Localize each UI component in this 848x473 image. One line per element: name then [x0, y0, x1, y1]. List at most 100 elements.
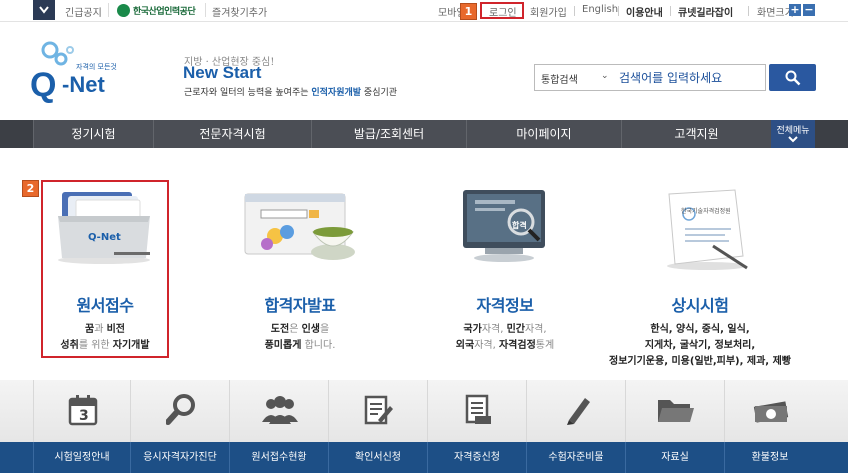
all-menu-button[interactable]: 전체메뉴 — [771, 120, 815, 148]
money-icon — [753, 401, 789, 423]
bottom-nav-apply-status[interactable]: 원서접수현황 — [229, 442, 328, 473]
notice-link[interactable]: 긴급공지 — [65, 4, 102, 19]
logo-q: Q — [30, 66, 57, 104]
bottom-nav-supplies[interactable]: 수험자준비물 — [526, 442, 625, 473]
folder-illustration: Q-Net — [54, 186, 154, 270]
bottom-nav-license-request[interactable]: 자격증신청 — [427, 442, 526, 473]
search-button[interactable] — [769, 64, 816, 91]
service-info[interactable]: 자격정보 국가자격, 민간자격, 외국자격, 자격검정통계 — [430, 292, 580, 354]
text: 자격검정 — [498, 340, 536, 351]
page: { "topbar": { "notice_label": "긴급공지", "o… — [0, 0, 848, 473]
login-link[interactable]: 로그인 — [489, 4, 517, 19]
quick-icon-supplies[interactable] — [526, 380, 625, 442]
text: 자격, — [481, 324, 507, 335]
divider — [748, 6, 749, 16]
quick-icon-eligibility[interactable] — [130, 380, 229, 442]
text: 과 — [94, 324, 107, 335]
quick-icon-certificate-request[interactable] — [328, 380, 427, 442]
service-regular-title[interactable]: 상시시험 — [600, 292, 800, 316]
text: 국가 — [463, 324, 482, 335]
nav-item-issue-center[interactable]: 발급/조회센터 — [311, 120, 466, 148]
text: 지게차, 굴삭기, 정보처리, — [644, 340, 756, 351]
results-illustration — [235, 186, 365, 274]
service-info-title[interactable]: 자격정보 — [430, 292, 580, 316]
text: 민간 — [506, 324, 525, 335]
nav-item-regular-exam[interactable]: 정기시험 — [33, 120, 153, 148]
all-menu-label: 전체메뉴 — [776, 126, 810, 136]
bookmark-link[interactable]: 즐겨찾기추가 — [212, 4, 267, 19]
quick-icon-license-request[interactable] — [427, 380, 526, 442]
divider — [574, 6, 575, 16]
notice-dropdown-button[interactable] — [33, 0, 55, 20]
qnet-logo[interactable]: 자격의 모든것 Q -Net — [30, 40, 140, 104]
search-category-select[interactable]: 통합검색 — [541, 71, 578, 86]
text: 은 — [289, 324, 302, 335]
zoom-in-button[interactable]: + — [789, 4, 801, 16]
nav-item-mypage[interactable]: 마이페이지 — [466, 120, 621, 148]
bottom-nav-eligibility[interactable]: 응시자격자가진단 — [130, 442, 229, 473]
quick-icon-schedule[interactable]: 3 — [33, 380, 130, 442]
service-apply-desc: 꿈과 비전 성취를 위한 자기개발 — [30, 322, 180, 354]
nav-item-customer-support[interactable]: 고객지원 — [621, 120, 771, 148]
text: 정보기기운용, 미용(일반,피부), 제과, 제빵 — [609, 356, 791, 367]
folder-logo-text: Q-Net — [88, 232, 121, 243]
search-input[interactable] — [619, 68, 759, 88]
slogan-prefix: 근로자와 일터의 능력을 높여주는 — [184, 88, 312, 98]
search-bar: 통합검색 ⌄ — [534, 64, 766, 91]
quick-icon-strip: 3 — [0, 380, 848, 442]
main-nav: 정기시험 전문자격시험 발급/조회센터 마이페이지 고객지원 — [0, 120, 848, 148]
service-apply-title[interactable]: 원서접수 — [30, 292, 180, 316]
nav-edge — [815, 120, 848, 148]
zoom-out-button[interactable]: − — [803, 4, 815, 16]
service-regular[interactable]: 상시시험 한식, 양식, 중식, 일식, 지게차, 굴삭기, 정보처리, 정보기… — [600, 292, 800, 370]
bottom-nav-archive[interactable]: 자료실 — [625, 442, 724, 473]
bottom-nav-schedule[interactable]: 시험일정안내 — [33, 442, 130, 473]
monitor-text: 합격 — [512, 221, 527, 230]
search-icon — [785, 70, 801, 86]
text: 풍미롭게 — [264, 340, 302, 351]
english-link[interactable]: English — [582, 4, 618, 15]
quick-icon-archive[interactable] — [625, 380, 724, 442]
guide-link[interactable]: 이용안내 — [626, 4, 663, 19]
text: 자격, — [474, 340, 499, 351]
slogan-suffix: 중심기관 — [361, 88, 398, 98]
service-results[interactable]: 합격자발표 도전은 인생을 풍미롭게 합니다. — [225, 292, 375, 354]
qnet-guide-link[interactable]: 큐넷길라잡이 — [678, 4, 733, 19]
annotation-badge-2: 2 — [22, 180, 39, 197]
hrdk-name: 한국산업인력공단 — [133, 7, 196, 17]
certificate-illustration: 한국기술자격검정원 — [655, 186, 755, 276]
text: 를 위한 — [78, 340, 113, 351]
certificate-text: 한국기술자격검정원 — [681, 208, 731, 215]
nav-item-professional-exam[interactable]: 전문자격시험 — [153, 120, 311, 148]
chevron-down-icon: ⌄ — [601, 71, 609, 81]
quick-icon-refund[interactable] — [724, 380, 815, 442]
divider — [108, 3, 109, 17]
calendar-day: 3 — [79, 408, 89, 424]
text: 비전 — [106, 324, 125, 335]
hrdk-emblem-icon — [117, 4, 130, 17]
text: 도전 — [270, 324, 290, 335]
utility-bar: 긴급공지 한국산업인력공단 즐겨찾기추가 모바일 1 로그인 회원가입 Engl… — [0, 0, 848, 22]
service-apply[interactable]: 원서접수 꿈과 비전 성취를 위한 자기개발 — [30, 292, 180, 354]
bottom-nav-certificate-request[interactable]: 확인서신청 — [328, 442, 427, 473]
divider — [618, 6, 619, 16]
hrdk-logo[interactable]: 한국산업인력공단 — [117, 3, 201, 18]
service-results-title[interactable]: 합격자발표 — [225, 292, 375, 316]
signup-link[interactable]: 회원가입 — [530, 4, 567, 19]
text: 합니다. — [301, 340, 336, 351]
slogan-highlight: 인적자원개발 — [311, 88, 362, 98]
chevron-down-icon — [788, 136, 798, 143]
logo-net: -Net — [62, 72, 105, 97]
slogan-line: 근로자와 일터의 능력을 높여주는 인적자원개발 중심기관 — [184, 85, 397, 98]
document-edit-icon — [364, 395, 393, 425]
text: 인생 — [301, 324, 320, 335]
bottom-nav: 시험일정안내 응시자격자가진단 원서접수현황 확인서신청 자격증신청 수험자준비… — [0, 442, 848, 473]
info-illustration: 합격 — [455, 186, 555, 274]
quick-icon-apply-status[interactable] — [229, 380, 328, 442]
slogan-title: New Start — [183, 63, 262, 82]
text: 외국 — [455, 340, 475, 351]
text: 을 — [320, 324, 330, 335]
people-icon — [262, 396, 298, 424]
magnifier-icon — [166, 394, 195, 425]
bottom-nav-refund[interactable]: 환불정보 — [724, 442, 815, 473]
